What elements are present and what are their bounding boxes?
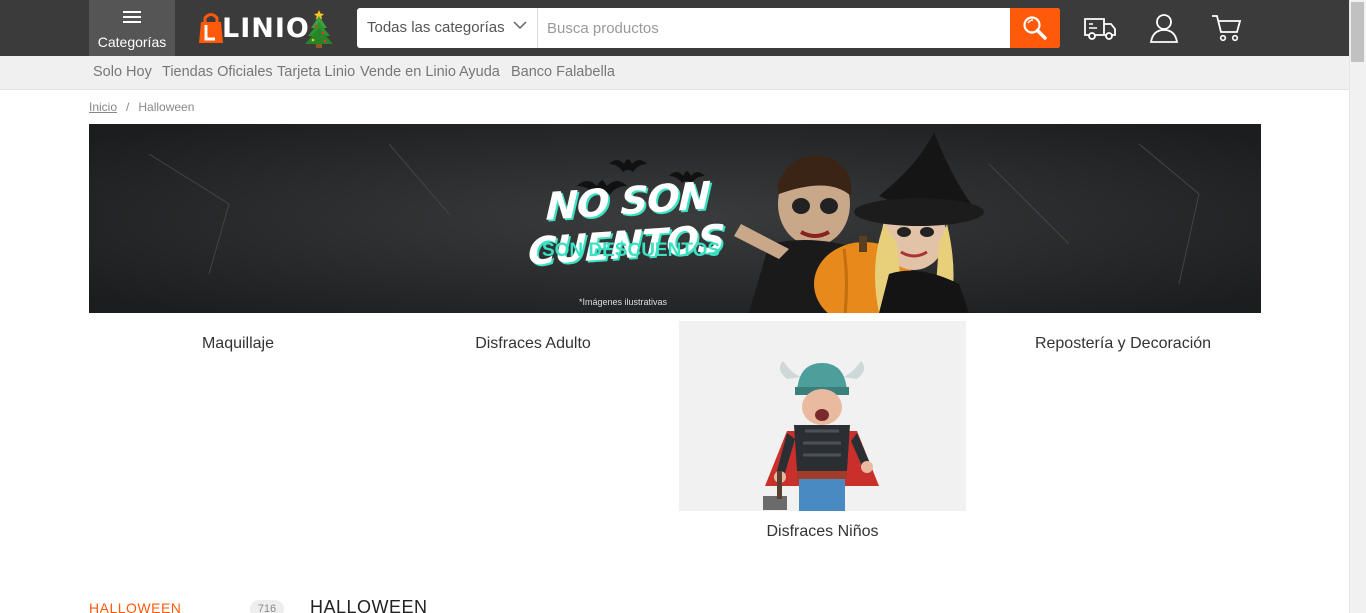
nav-tiendas-oficiales[interactable]: Tiendas Oficiales [162,64,273,80]
results-title: HALLOWEEN [310,597,428,613]
category-tile-label: Disfraces Adulto [475,335,591,352]
sidebar-category-count-badge: 716 [250,600,284,613]
breadcrumb: Inicio / Halloween [89,100,195,114]
category-tile-label: Maquillaje [201,335,275,352]
nav-solo-hoy[interactable]: Solo Hoy [93,64,152,80]
linio-logo[interactable]: LINIO [198,8,310,48]
category-tile-disfraces-ninos[interactable]: Disfraces Niños [679,321,966,551]
search-input[interactable] [539,8,1009,48]
category-tile-reposteria-decoracion[interactable]: Repostería y Decoración [966,321,1280,361]
search-icon [1023,16,1047,40]
breadcrumb-current: Halloween [138,100,195,114]
user-account-icon[interactable] [1147,12,1181,44]
category-tile-label: Repostería y Decoración [1034,335,1212,352]
banner-subheadline: SON DESCUENTOS [541,240,721,261]
logo-wordmark: LINIO [222,12,310,44]
nav-vende-en-linio[interactable]: Vende en Linio [360,64,456,80]
scrollbar-thumb[interactable] [1351,2,1364,62]
nav-ayuda[interactable]: Ayuda [459,64,500,80]
shopping-cart-icon[interactable] [1210,12,1244,44]
delivery-truck-icon[interactable] [1083,12,1117,44]
categories-label: Categorías [97,34,167,50]
nav-banco-falabella[interactable]: Banco Falabella [511,64,615,80]
category-tile-image [679,321,966,511]
category-tile-disfraces-adulto[interactable]: Disfraces Adulto [387,321,679,361]
breadcrumb-home-link[interactable]: Inicio [89,100,117,114]
category-select-value: Todas las categorías [367,19,505,36]
christmas-tree-icon [305,10,333,48]
halloween-banner[interactable]: NO SON CUENTOS SON DESCUENTOS *Imágenes … [89,124,1261,313]
category-select[interactable]: Todas las categorías [357,8,538,48]
category-tile-maquillaje[interactable]: Maquillaje [89,321,387,361]
search-button[interactable] [1010,8,1060,48]
top-header: Categorías LINIO Todas las categorías [0,0,1349,56]
category-tile-label: Disfraces Niños [766,523,879,540]
search-bar: Todas las categorías [357,8,1060,48]
secondary-nav: Solo Hoy Tiendas Oficiales Tarjeta Linio… [0,56,1349,90]
nav-tarjeta-linio[interactable]: Tarjeta Linio [277,64,355,80]
chevron-down-icon [513,21,527,30]
page-scrollbar[interactable] [1349,0,1366,613]
menu-icon [123,11,141,23]
categories-menu-button[interactable]: Categorías [89,0,175,56]
banner-disclaimer: *Imágenes ilustrativas [579,297,668,307]
kid-costume-image [763,361,879,511]
shopping-bag-logo-icon [199,13,223,43]
sidebar-category-halloween[interactable]: HALLOWEEN [89,600,181,613]
